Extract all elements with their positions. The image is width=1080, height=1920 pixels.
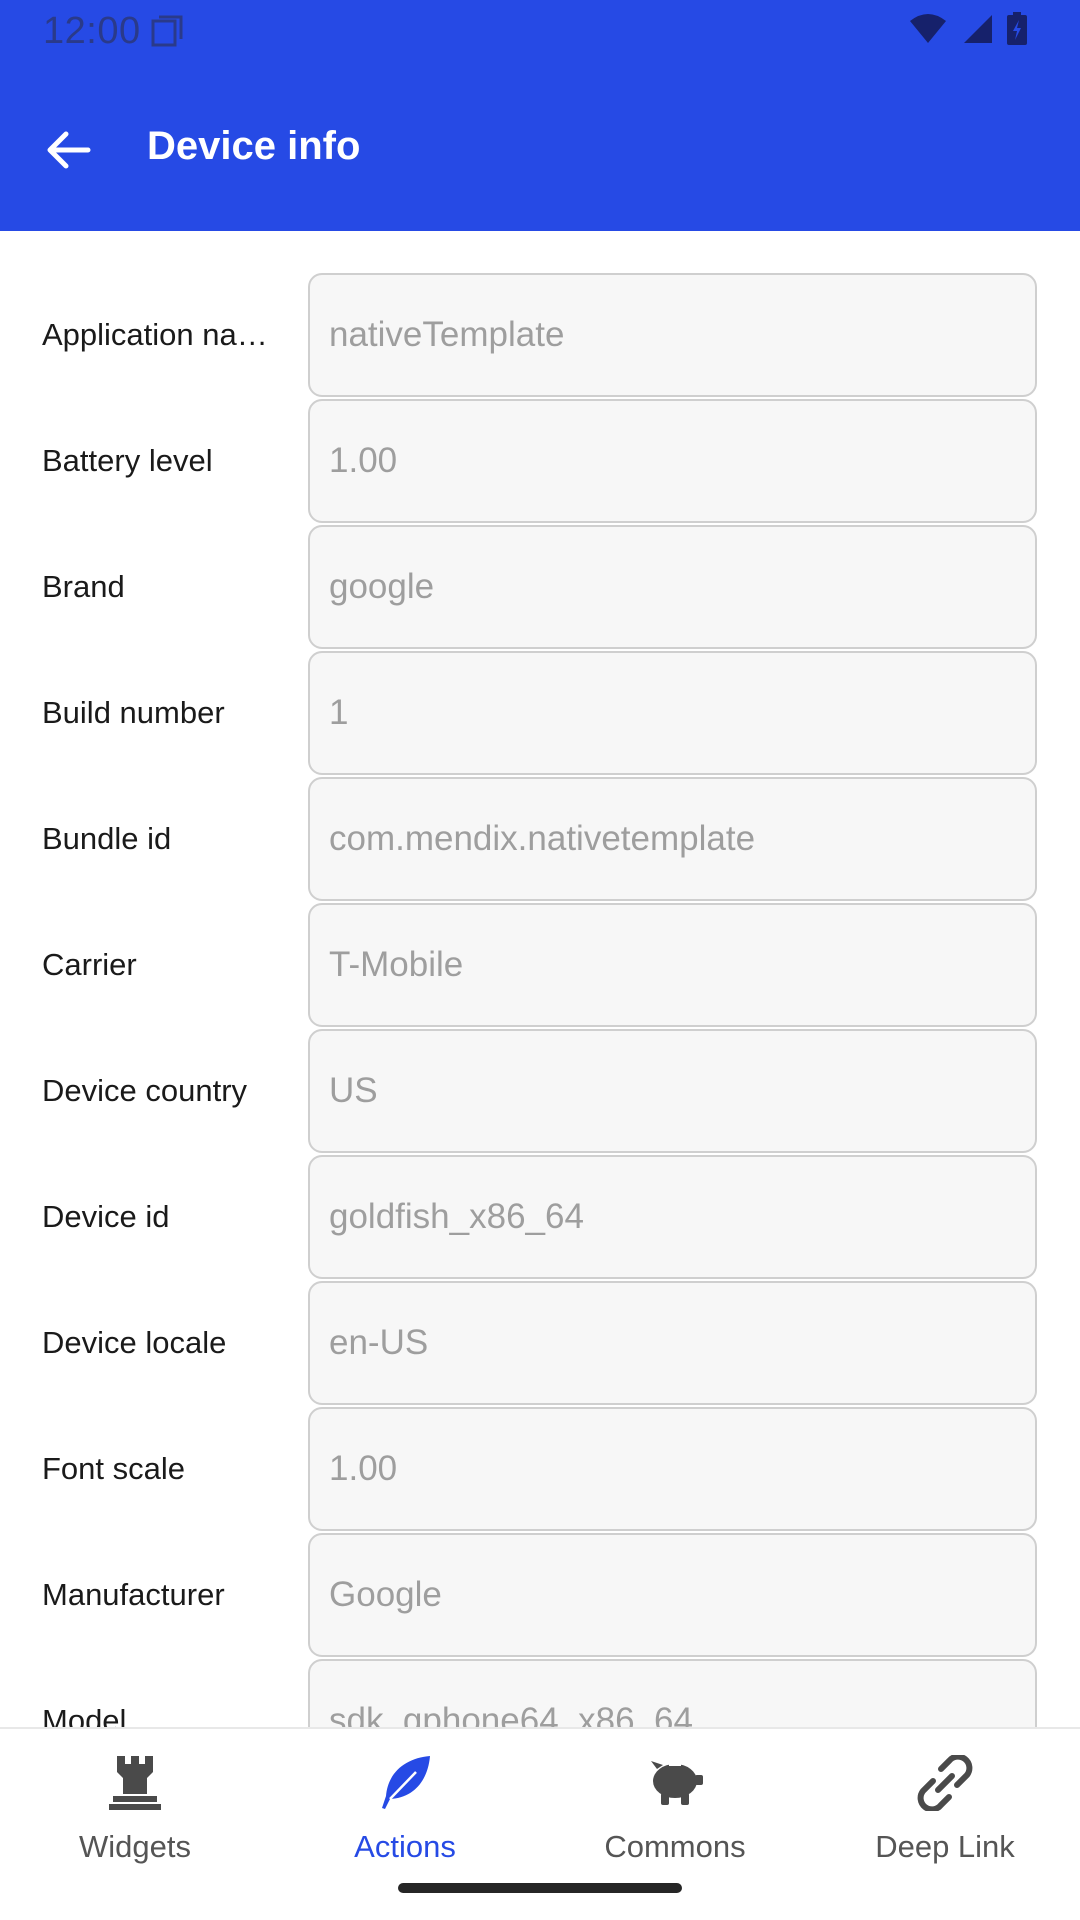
- battery-icon: [1006, 12, 1028, 51]
- info-row: Bundle id com.mendix.nativetemplate: [0, 777, 1080, 903]
- info-label: Application name: [42, 273, 274, 397]
- info-value-field[interactable]: goldfish_x86_64: [308, 1155, 1037, 1279]
- info-label: Brand: [42, 525, 274, 649]
- info-label: Bundle id: [42, 777, 274, 901]
- info-value-field[interactable]: en-US: [308, 1281, 1037, 1405]
- info-label: Model: [42, 1659, 274, 1728]
- info-row: Device id goldfish_x86_64: [0, 1155, 1080, 1281]
- home-indicator: [398, 1883, 682, 1893]
- info-row: Build number 1: [0, 651, 1080, 777]
- rook-icon: [103, 1751, 167, 1815]
- info-label: Manufacturer: [42, 1533, 274, 1657]
- info-value-field[interactable]: google: [308, 525, 1037, 649]
- signal-icon: [960, 13, 994, 50]
- info-label-text: Brand: [42, 569, 125, 604]
- toolbar: Device info: [0, 66, 1080, 231]
- nav-label-commons: Commons: [604, 1829, 746, 1864]
- info-row: Device locale en-US: [0, 1281, 1080, 1407]
- wifi-icon: [908, 13, 948, 50]
- info-label-text: Build number: [42, 695, 225, 730]
- info-label-text: Battery level: [42, 443, 213, 478]
- nav-label-actions: Actions: [354, 1829, 456, 1864]
- sim-card-icon: [150, 14, 183, 47]
- info-value-field[interactable]: com.mendix.nativetemplate: [308, 777, 1037, 901]
- info-value-field[interactable]: 1: [308, 651, 1037, 775]
- info-value-field[interactable]: Google: [308, 1533, 1037, 1657]
- info-value-field[interactable]: 1.00: [308, 1407, 1037, 1531]
- info-label-text: Manufacturer: [42, 1577, 225, 1612]
- info-label: Device id: [42, 1155, 274, 1279]
- info-label: Font scale: [42, 1407, 274, 1531]
- app-bar: 12:00 Device info: [0, 0, 1080, 231]
- status-time: 12:00: [43, 10, 141, 52]
- nav-label-deep-link: Deep Link: [875, 1829, 1015, 1864]
- info-label-text: Device locale: [42, 1325, 227, 1360]
- nav-item-widgets[interactable]: Widgets: [0, 1749, 270, 1879]
- info-row: Carrier T-Mobile: [0, 903, 1080, 1029]
- page-title: Device info: [147, 124, 361, 168]
- info-row: Battery level 1.00: [0, 399, 1080, 525]
- nav-item-commons[interactable]: Commons: [540, 1749, 810, 1879]
- info-label: Device country: [42, 1029, 274, 1153]
- nav-label-widgets: Widgets: [79, 1829, 191, 1864]
- back-button[interactable]: [28, 112, 108, 192]
- info-value-field[interactable]: US: [308, 1029, 1037, 1153]
- piggy-bank-icon: [643, 1751, 707, 1815]
- info-row: Application name nativeTemplate: [0, 273, 1080, 399]
- info-row: Manufacturer Google: [0, 1533, 1080, 1659]
- info-row: Model sdk_gphone64_x86_64: [0, 1659, 1080, 1728]
- info-value-field[interactable]: nativeTemplate: [308, 273, 1037, 397]
- info-value-field[interactable]: sdk_gphone64_x86_64: [308, 1659, 1037, 1728]
- info-value-field[interactable]: 1.00: [308, 399, 1037, 523]
- status-bar: 12:00: [0, 0, 1080, 66]
- status-icons: [908, 12, 1028, 51]
- info-label-text: Font scale: [42, 1451, 186, 1486]
- feather-icon: [373, 1751, 437, 1815]
- device-info-list[interactable]: Application name nativeTemplate Battery le…: [0, 231, 1080, 1728]
- info-label: Device locale: [42, 1281, 274, 1405]
- info-label-text: Bundle id: [42, 821, 172, 856]
- info-label-text: Device id: [42, 1199, 170, 1234]
- nav-item-actions[interactable]: Actions: [270, 1749, 540, 1879]
- info-label-text: Application name: [42, 317, 274, 352]
- info-label-text: Carrier: [42, 947, 137, 982]
- info-label: Build number: [42, 651, 274, 775]
- info-value-field[interactable]: T-Mobile: [308, 903, 1037, 1027]
- info-label: Battery level: [42, 399, 274, 523]
- info-row: Device country US: [0, 1029, 1080, 1155]
- info-row: Font scale 1.00: [0, 1407, 1080, 1533]
- nav-item-deep-link[interactable]: Deep Link: [810, 1749, 1080, 1879]
- info-row: Brand google: [0, 525, 1080, 651]
- link-icon: [913, 1751, 977, 1815]
- info-label: Carrier: [42, 903, 274, 1027]
- info-label-text: Model: [42, 1703, 127, 1728]
- arrow-left-icon: [44, 130, 92, 175]
- info-label-text: Device country: [42, 1073, 248, 1108]
